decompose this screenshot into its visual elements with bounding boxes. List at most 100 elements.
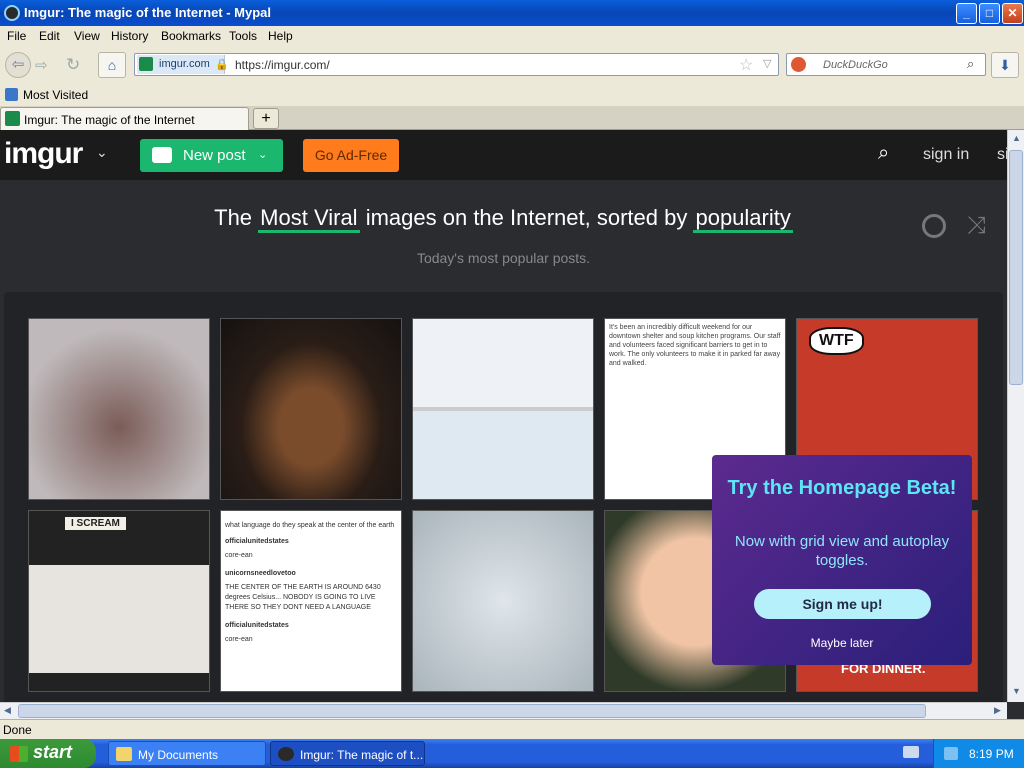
new-post-button[interactable]: New post ⌄ (140, 139, 283, 172)
horizontal-scroll-thumb[interactable] (18, 704, 926, 718)
scroll-up-icon[interactable]: ▲ (1012, 133, 1021, 143)
forward-icon[interactable]: ⇨ (35, 56, 48, 74)
order-dropdown[interactable]: popularity (693, 205, 793, 233)
menu-bar: File Edit View History Bookmarks Tools H… (0, 26, 1024, 46)
menu-file[interactable]: File (7, 29, 26, 43)
back-icon[interactable]: ⇦ (5, 52, 31, 78)
bookmarks-toolbar: Most Visited (0, 84, 1024, 106)
most-visited-bookmark[interactable]: Most Visited (23, 88, 88, 102)
site-favicon-icon (139, 57, 153, 71)
gallery-tile[interactable] (412, 318, 594, 500)
tile-line: unicornsneedlovetoo (225, 570, 296, 577)
search-icon[interactable]: ⌕ (967, 56, 974, 72)
headline-prefix: The (214, 205, 253, 230)
scroll-right-icon[interactable]: ▶ (994, 705, 1001, 716)
url-bar[interactable]: imgur.com 🔒 https://imgur.com/ ☆ ▽ (134, 53, 779, 76)
start-label: start (33, 742, 73, 762)
page-subtitle: Today's most popular posts. (416, 250, 591, 266)
tile-line: officialunitedstates (225, 622, 289, 629)
popup-description: Now with grid view and autoplay toggles. (734, 533, 950, 569)
imgur-header: imgur ⌄ New post ⌄ Go Ad-Free ⌕ sign in … (0, 130, 1007, 180)
tab-imgur[interactable]: Imgur: The magic of the Internet (0, 107, 249, 130)
search-placeholder: DuckDuckGo (823, 59, 888, 71)
gallery-tile[interactable] (412, 510, 594, 692)
sign-me-up-button[interactable]: Sign me up! (754, 589, 931, 619)
taskbar-item-my-documents[interactable]: My Documents (108, 741, 266, 766)
new-post-label: New post (183, 147, 246, 164)
tile-line: core-ean (225, 636, 253, 643)
menu-help[interactable]: Help (268, 29, 293, 43)
minimize-button[interactable]: _ (956, 3, 977, 24)
duckduckgo-icon[interactable] (791, 57, 806, 72)
system-tray: 8:19 PM (933, 739, 1024, 768)
go-ad-free-button[interactable]: Go Ad-Free (303, 139, 399, 172)
camera-icon (152, 147, 172, 163)
keyboard-icon[interactable] (903, 746, 919, 758)
tile-caption: I SCREAM (65, 517, 126, 530)
menu-edit[interactable]: Edit (39, 29, 60, 43)
window-titlebar[interactable]: Imgur: The magic of the Internet - Mypal… (0, 0, 1024, 26)
sign-up-link[interactable]: si (997, 146, 1007, 164)
tile-caption: what language do they speak at the cente… (225, 521, 397, 645)
clock-icon[interactable] (922, 214, 946, 238)
network-icon[interactable] (944, 747, 958, 760)
chevron-down-icon: ⌄ (258, 149, 268, 161)
tile-caption: It's been an incredibly difficult weeken… (609, 324, 781, 367)
most-visited-icon (5, 88, 18, 101)
home-icon[interactable]: ⌂ (98, 52, 126, 78)
new-tab-button[interactable]: + (253, 108, 279, 129)
window-title: Imgur: The magic of the Internet - Mypal (24, 5, 272, 20)
mypal-icon (4, 5, 20, 21)
sign-in-link[interactable]: sign in (923, 146, 969, 164)
horizontal-scrollbar[interactable]: ◀ ▶ (0, 702, 1007, 719)
gallery-tile[interactable] (28, 318, 210, 500)
mypal-icon (278, 747, 294, 761)
homepage-beta-popup: Try the Homepage Beta! Now with grid vie… (712, 455, 972, 665)
windows-logo-icon (10, 746, 28, 762)
popup-title: Try the Homepage Beta! (727, 477, 957, 499)
folder-icon (116, 747, 132, 761)
page-headline: The Most Viral images on the Internet, s… (0, 205, 1007, 233)
gallery-tile[interactable]: what language do they speak at the cente… (220, 510, 402, 692)
bookmark-star-icon[interactable]: ☆ (739, 55, 753, 75)
lock-icon: 🔒 (215, 59, 229, 71)
gallery-tile[interactable] (220, 318, 402, 500)
tile-line: what language do they speak at the cente… (225, 522, 395, 529)
maximize-button[interactable]: □ (979, 3, 1000, 24)
reload-icon[interactable]: ↻ (66, 55, 80, 75)
scroll-down-icon[interactable]: ▼ (1012, 686, 1021, 696)
taskbar-item-imgur[interactable]: Imgur: The magic of t... (270, 741, 425, 766)
tab-title: Imgur: The magic of the Internet (24, 113, 195, 127)
url-text[interactable]: https://imgur.com/ (235, 58, 330, 72)
menu-view[interactable]: View (74, 29, 100, 43)
tile-caption: WTF (809, 327, 864, 355)
shuffle-icon[interactable]: ⤨ (967, 212, 986, 240)
taskbar-item-label: Imgur: The magic of t... (300, 748, 424, 762)
vertical-scroll-thumb[interactable] (1009, 150, 1023, 385)
tile-line: THE CENTER OF THE EARTH IS AROUND 6430 d… (225, 584, 381, 611)
clock-time[interactable]: 8:19 PM (969, 747, 1014, 761)
menu-tools[interactable]: Tools (229, 29, 257, 43)
download-icon[interactable]: ⬇ (991, 52, 1019, 78)
start-button[interactable]: start (0, 739, 96, 768)
imgur-logo[interactable]: imgur (4, 137, 83, 171)
chevron-down-icon[interactable]: ⌄ (96, 144, 108, 161)
search-bar[interactable]: DuckDuckGo ⌕ (786, 53, 986, 76)
maybe-later-link[interactable]: Maybe later (712, 636, 972, 650)
status-text: Done (3, 723, 32, 737)
tile-line: officialunitedstates (225, 538, 289, 545)
scroll-left-icon[interactable]: ◀ (4, 705, 11, 716)
vertical-scrollbar[interactable]: ▲ ▼ (1007, 130, 1024, 702)
close-button[interactable]: ✕ (1002, 3, 1023, 24)
url-dropdown-icon[interactable]: ▽ (763, 57, 771, 70)
menu-bookmarks[interactable]: Bookmarks (161, 29, 221, 43)
gallery-tile[interactable]: I SCREAM (28, 510, 210, 692)
headline-middle: images on the Internet, sorted by (365, 205, 688, 230)
menu-history[interactable]: History (111, 29, 148, 43)
sort-dropdown[interactable]: Most Viral (258, 205, 360, 233)
search-icon[interactable]: ⌕ (878, 142, 889, 165)
taskbar-item-label: My Documents (138, 748, 219, 762)
status-bar: Done (0, 719, 1024, 739)
tile-line: core-ean (225, 552, 253, 559)
imgur-favicon-icon (5, 111, 20, 126)
